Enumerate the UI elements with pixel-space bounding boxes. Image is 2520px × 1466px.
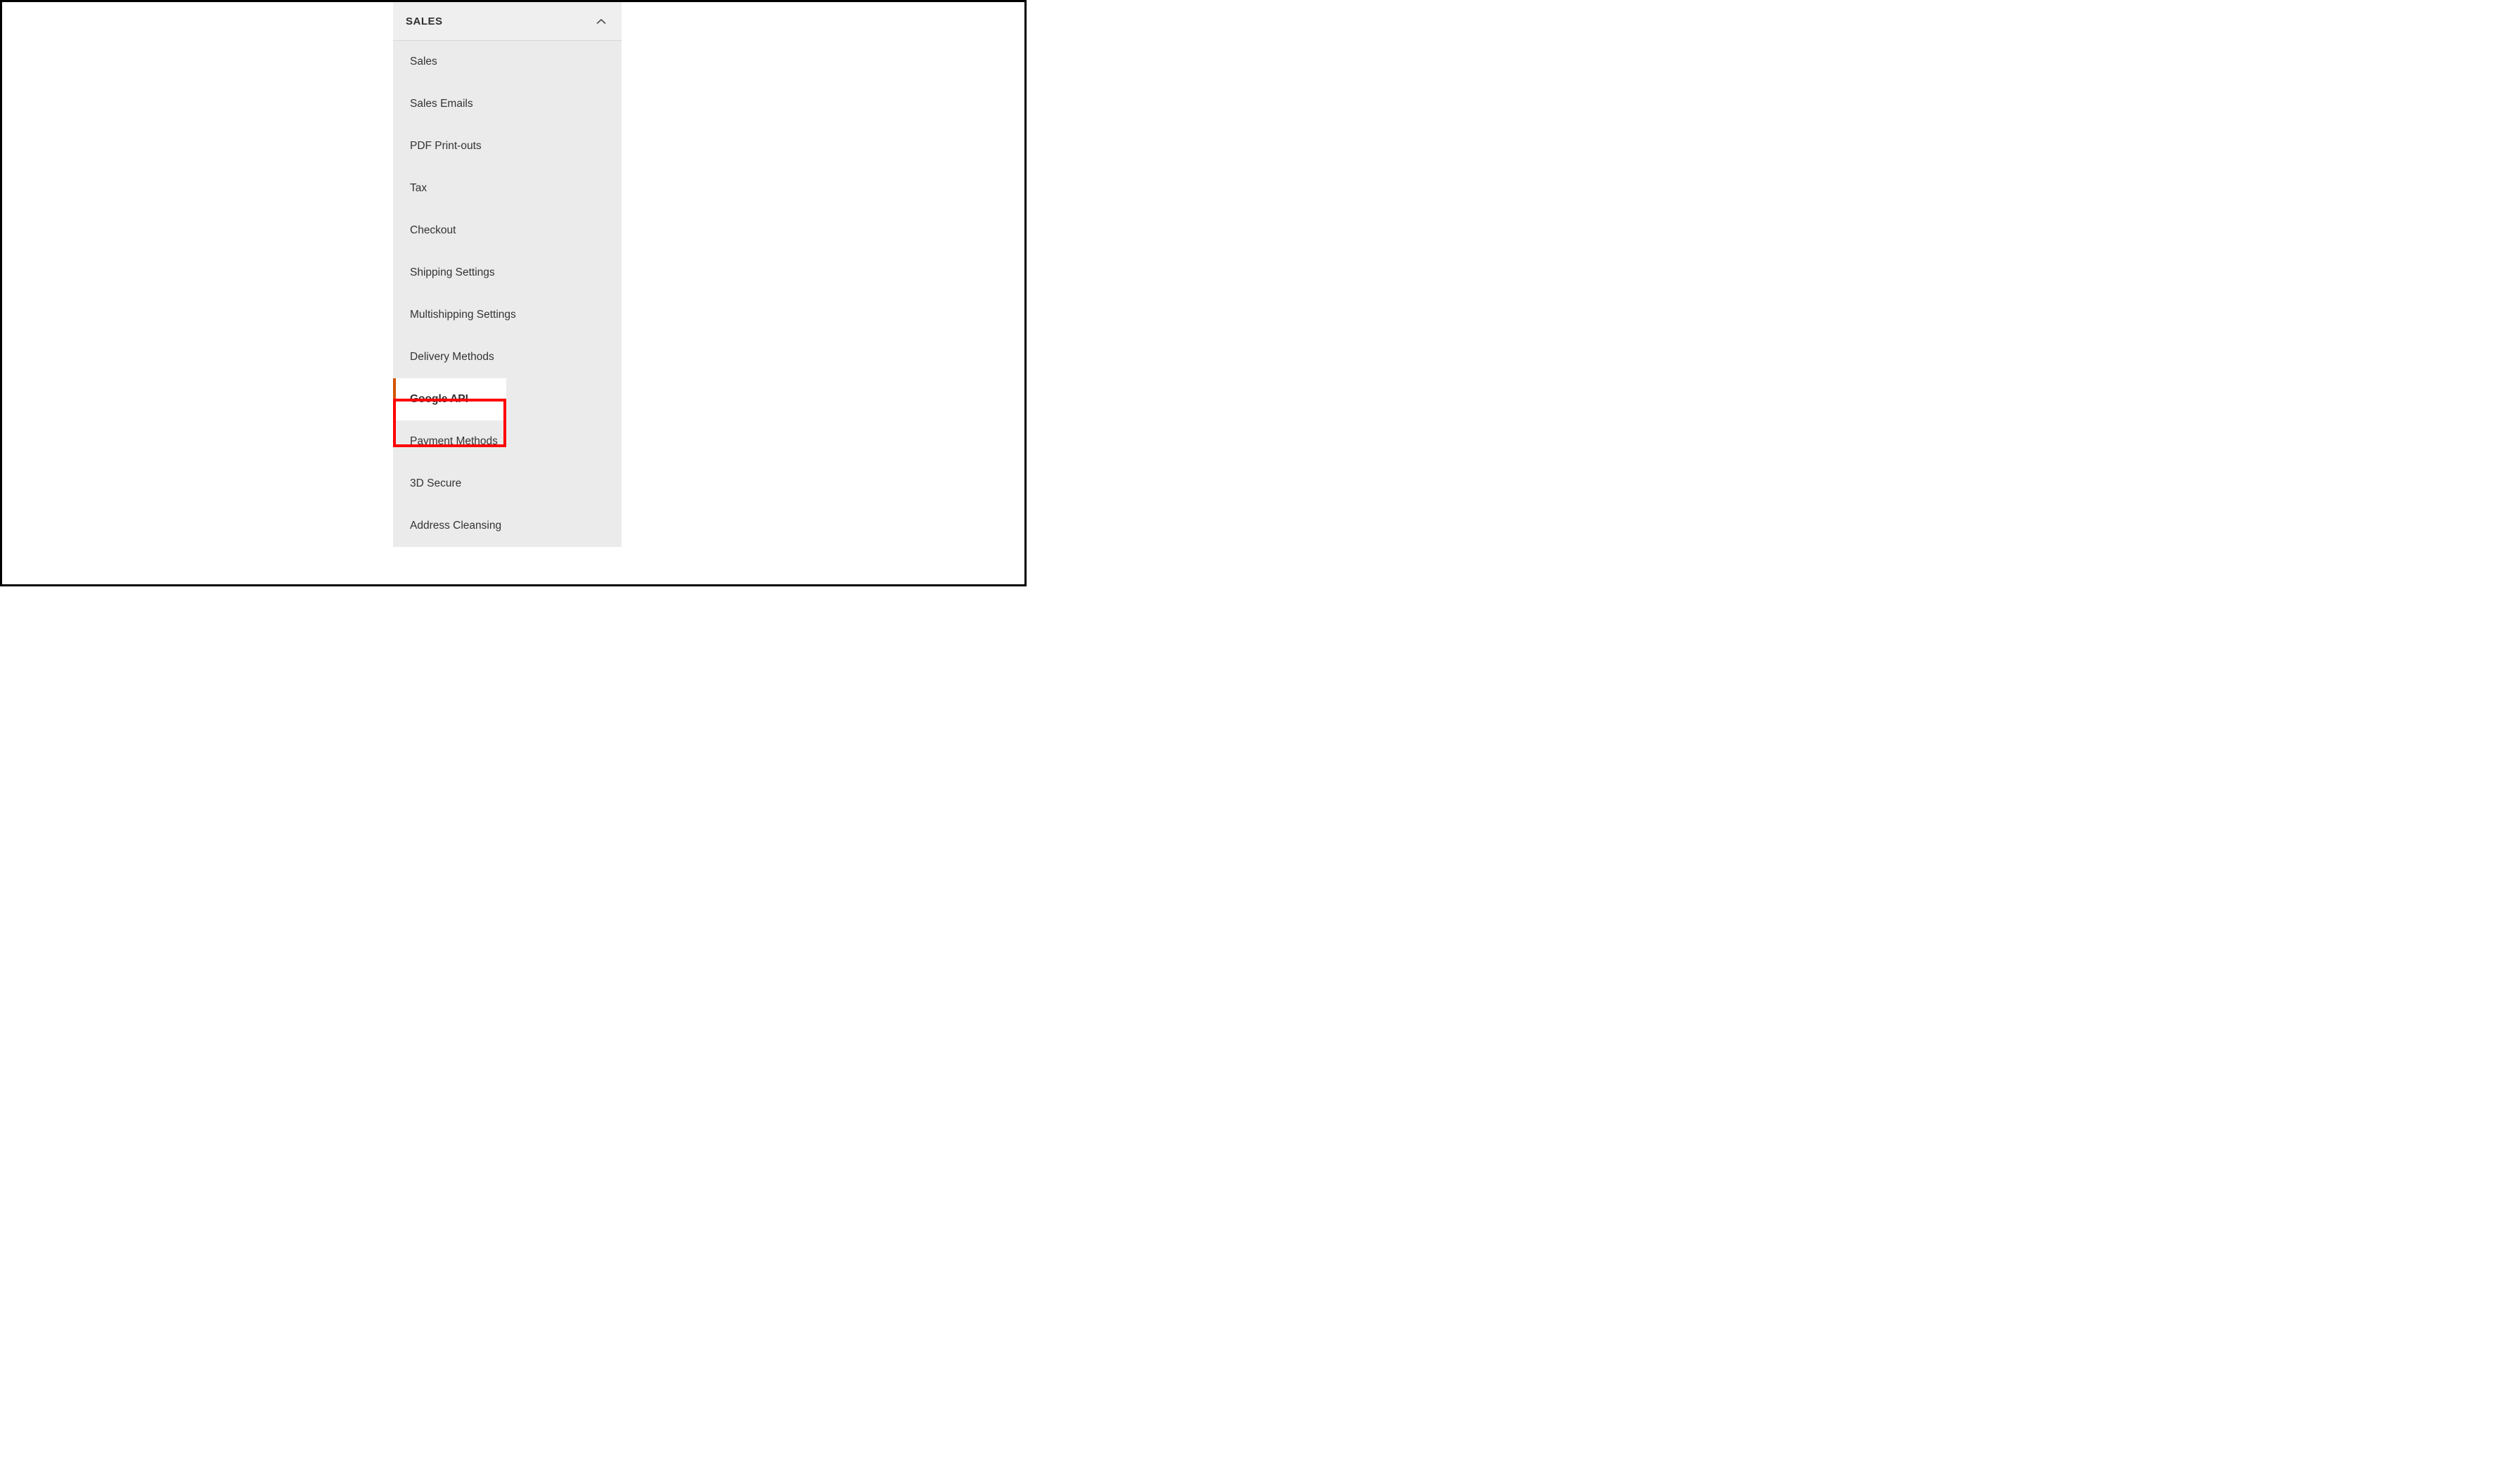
menu-item-label: Checkout xyxy=(410,224,456,236)
menu-item-label: Sales Emails xyxy=(410,98,473,110)
section-title: SALES xyxy=(406,15,443,27)
menu-item-label: Google API xyxy=(410,393,468,405)
settings-sidebar: SALES Sales Sales Emails PDF Print-outs … xyxy=(393,2,622,547)
sidebar-item-tax[interactable]: Tax xyxy=(393,167,622,210)
menu-item-label: Delivery Methods xyxy=(410,351,494,363)
menu-item-label: Tax xyxy=(410,182,427,194)
menu-item-label: 3D Secure xyxy=(410,477,461,489)
sidebar-item-checkout[interactable]: Checkout xyxy=(393,210,622,252)
sidebar-item-address-cleansing[interactable]: Address Cleansing xyxy=(393,505,622,547)
menu-item-label: Shipping Settings xyxy=(410,266,495,278)
sidebar-item-3d-secure[interactable]: 3D Secure xyxy=(393,463,622,505)
sidebar-item-sales-emails[interactable]: Sales Emails xyxy=(393,83,622,125)
chevron-up-icon xyxy=(596,17,606,27)
sidebar-item-delivery-methods[interactable]: Delivery Methods xyxy=(393,336,622,378)
menu-item-label: PDF Print-outs xyxy=(410,140,482,152)
menu-item-label: Payment Methods xyxy=(410,435,498,447)
menu-items-list: Sales Sales Emails PDF Print-outs Tax Ch… xyxy=(393,41,622,547)
sales-section-header[interactable]: SALES xyxy=(393,2,622,41)
sidebar-item-shipping-settings[interactable]: Shipping Settings xyxy=(393,252,622,294)
menu-item-label: Address Cleansing xyxy=(410,520,501,532)
sidebar-item-pdf-printouts[interactable]: PDF Print-outs xyxy=(393,125,622,167)
menu-item-label: Sales xyxy=(410,56,437,67)
menu-item-label: Multishipping Settings xyxy=(410,309,516,321)
sidebar-item-payment-methods[interactable]: Payment Methods xyxy=(393,420,622,463)
sidebar-item-google-api[interactable]: Google API xyxy=(393,378,506,420)
sidebar-item-multishipping-settings[interactable]: Multishipping Settings xyxy=(393,294,622,336)
sidebar-item-sales[interactable]: Sales xyxy=(393,41,622,83)
